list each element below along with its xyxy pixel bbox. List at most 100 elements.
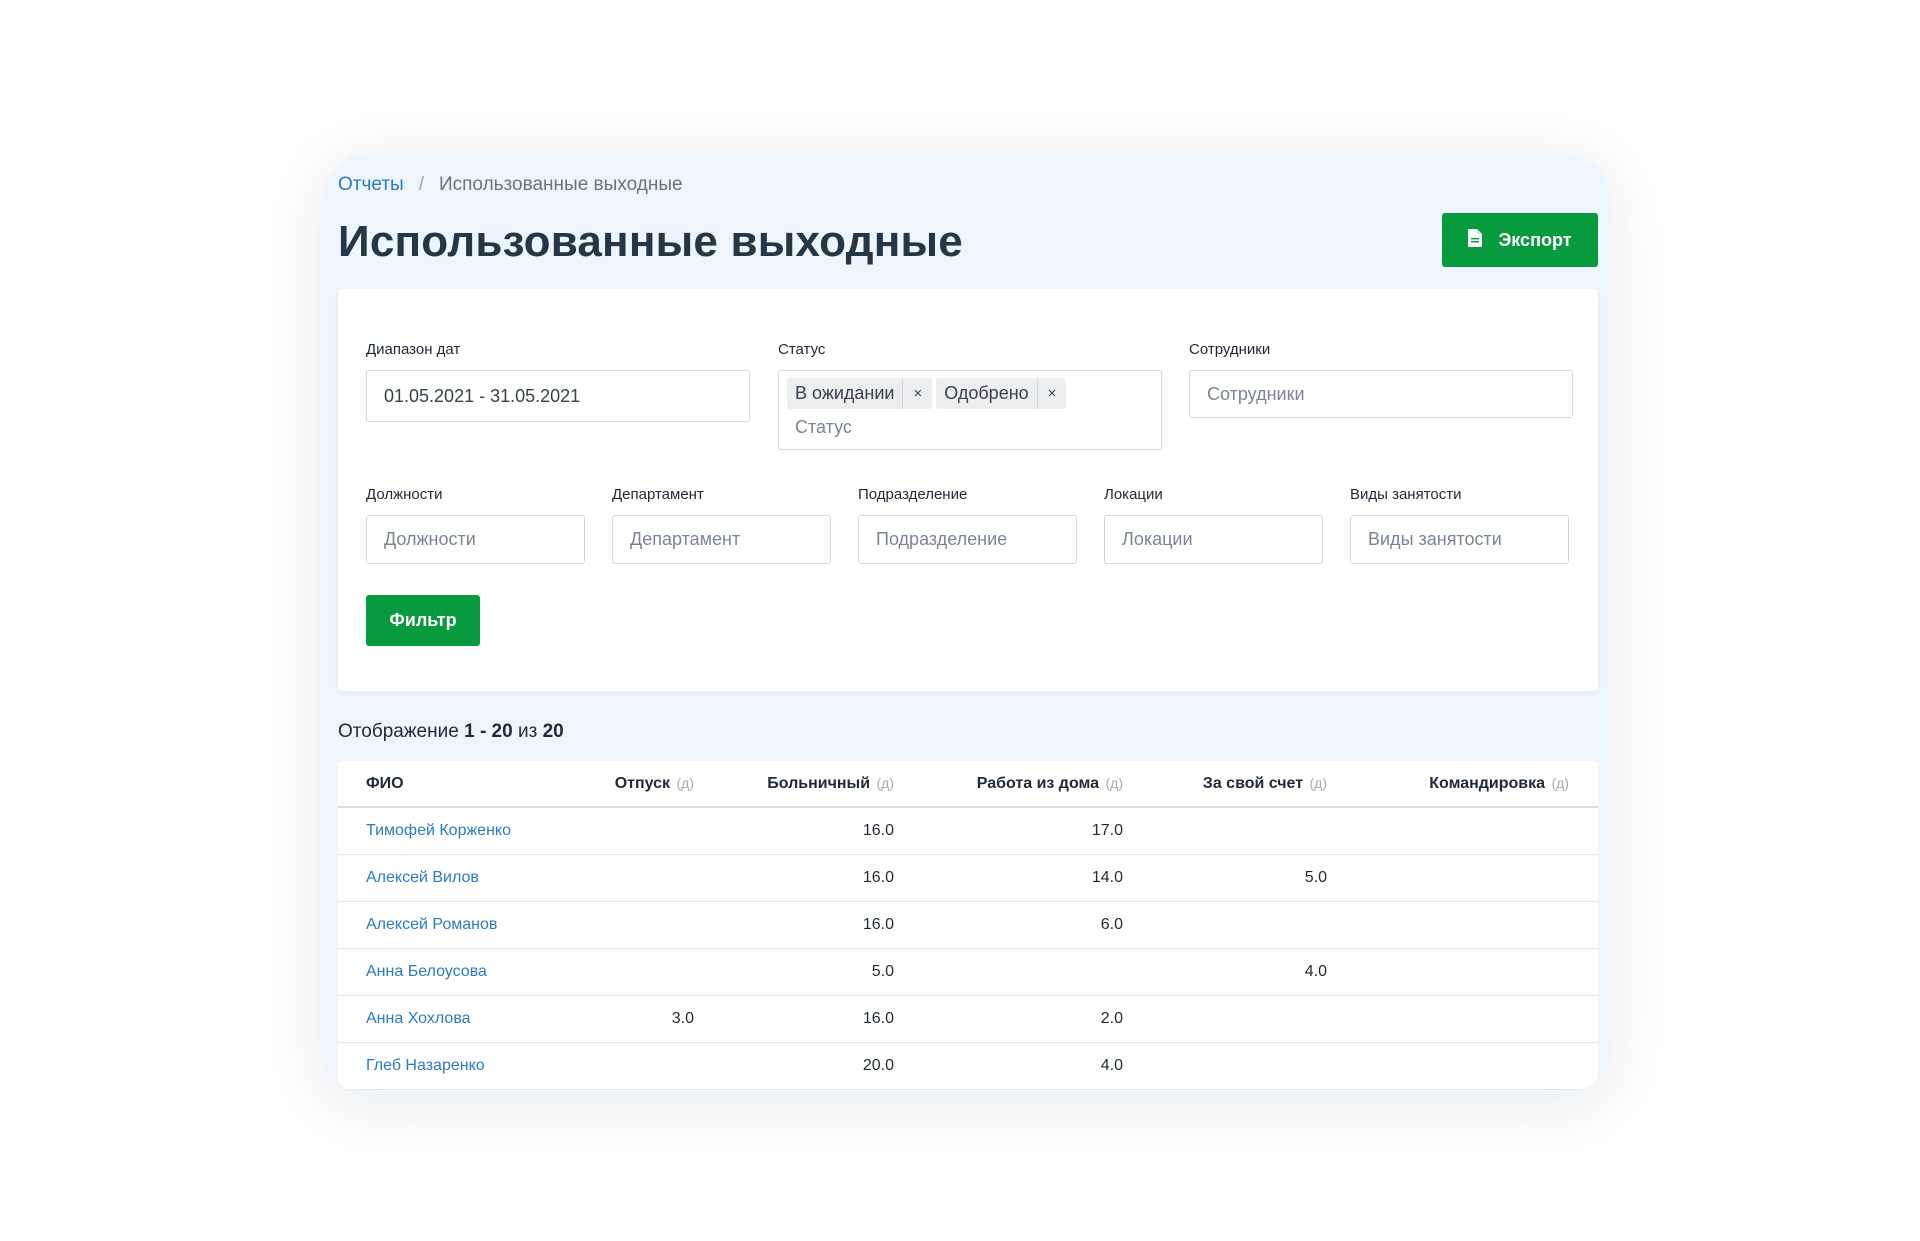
- remote-days-cell: 6.0: [923, 901, 1152, 949]
- remote-days-cell: 17.0: [923, 807, 1152, 855]
- remote-days-cell: 14.0: [923, 854, 1152, 902]
- showing-prefix: Отображение: [338, 721, 459, 742]
- unpaid-days-cell: [1152, 995, 1356, 1043]
- breadcrumb-reports-link[interactable]: Отчеты: [338, 174, 404, 195]
- table-row: Анна Хохлова 3.0 16.0 2.0: [338, 995, 1598, 1043]
- filter-button[interactable]: Фильтр: [366, 595, 480, 646]
- status-multiselect[interactable]: В ожидании × Одобрено × Статус: [778, 370, 1162, 450]
- employees-input[interactable]: Сотрудники: [1189, 370, 1573, 418]
- table-row: Алексей Романов 16.0 6.0: [338, 901, 1598, 949]
- employees-label: Сотрудники: [1189, 341, 1271, 358]
- unpaid-days-cell: 4.0: [1152, 948, 1356, 996]
- status-search-placeholder[interactable]: Статус: [787, 409, 1153, 438]
- department-field: Департамент Департамент: [612, 486, 831, 564]
- sick-days-cell: 16.0: [723, 854, 923, 902]
- employee-name-link[interactable]: Тимофей Корженко: [338, 807, 586, 855]
- close-icon[interactable]: ×: [1036, 378, 1067, 409]
- filter-panel: Диапазон дат 01.05.2021 - 31.05.2021 Ста…: [338, 289, 1598, 691]
- unit-label: (д): [876, 774, 895, 791]
- table-header-row: ФИО Отпуск (д) Больничный (д) Работа из …: [338, 761, 1598, 808]
- remote-days-cell: 2.0: [923, 995, 1152, 1043]
- table-row: Глеб Назаренко 20.0 4.0: [338, 1042, 1598, 1090]
- column-header-name[interactable]: ФИО: [338, 761, 586, 808]
- table-row: Анна Белоусова 5.0 4.0: [338, 948, 1598, 996]
- breadcrumb-separator: /: [418, 174, 424, 195]
- locations-input[interactable]: Локации: [1104, 515, 1323, 564]
- department-input[interactable]: Департамент: [612, 515, 831, 564]
- export-button-label: Экспорт: [1498, 229, 1572, 250]
- locations-field: Локации Локации: [1104, 486, 1323, 564]
- status-chip-label: Одобрено: [944, 383, 1029, 403]
- status-chip-pending: В ожидании ×: [787, 378, 933, 409]
- employees-field: Сотрудники Сотрудники: [1189, 341, 1573, 418]
- status-label: Статус: [778, 341, 826, 358]
- table-row: Тимофей Корженко 16.0 17.0: [338, 807, 1598, 855]
- sick-days-cell: 5.0: [723, 948, 923, 996]
- employee-name-link[interactable]: Анна Белоусова: [338, 948, 586, 996]
- unpaid-days-cell: 5.0: [1152, 854, 1356, 902]
- department-label: Департамент: [612, 486, 704, 503]
- employee-name-link[interactable]: Алексей Романов: [338, 901, 586, 949]
- positions-label: Должности: [366, 486, 443, 503]
- date-range-input[interactable]: 01.05.2021 - 31.05.2021: [366, 370, 750, 422]
- report-table: ФИО Отпуск (д) Больничный (д) Работа из …: [338, 761, 1598, 1090]
- column-header-business-trip[interactable]: Командировка (д): [1356, 761, 1598, 808]
- vacation-days-cell: [586, 807, 723, 855]
- export-button[interactable]: Экспорт: [1442, 213, 1598, 267]
- trip-days-cell: [1356, 1042, 1598, 1090]
- employee-name-link[interactable]: Глеб Назаренко: [338, 1042, 586, 1090]
- vacation-days-cell: [586, 901, 723, 949]
- positions-field: Должности Должности: [366, 486, 585, 564]
- app-window: Отчеты / Использованные выходные Использов…: [322, 153, 1610, 1094]
- date-range-label: Диапазон дат: [366, 341, 461, 358]
- vacation-days-cell: [586, 948, 723, 996]
- sick-days-cell: 16.0: [723, 807, 923, 855]
- column-header-remote-work[interactable]: Работа из дома (д): [923, 761, 1152, 808]
- sick-days-cell: 16.0: [723, 995, 923, 1043]
- employment-types-input[interactable]: Виды занятости: [1350, 515, 1569, 564]
- trip-days-cell: [1356, 948, 1598, 996]
- showing-total: 20: [542, 721, 564, 742]
- trip-days-cell: [1356, 807, 1598, 855]
- close-icon[interactable]: ×: [902, 378, 932, 409]
- division-input[interactable]: Подразделение: [858, 515, 1077, 564]
- unit-label: (д): [676, 774, 695, 791]
- column-header-unpaid[interactable]: За свой счет (д): [1152, 761, 1356, 808]
- trip-days-cell: [1356, 901, 1598, 949]
- unpaid-days-cell: [1152, 807, 1356, 855]
- breadcrumb: Отчеты / Использованные выходные: [338, 174, 683, 196]
- status-chip-approved: Одобрено ×: [936, 378, 1067, 409]
- trip-days-cell: [1356, 995, 1598, 1043]
- unit-label: (д): [1309, 774, 1328, 791]
- division-field: Подразделение Подразделение: [858, 486, 1077, 564]
- unit-label: (д): [1551, 774, 1570, 791]
- table-row: Алексей Вилов 16.0 14.0 5.0: [338, 854, 1598, 902]
- page-title: Использованные выходные: [338, 217, 963, 266]
- sick-days-cell: 20.0: [723, 1042, 923, 1090]
- vacation-days-cell: 3.0: [586, 995, 723, 1043]
- employee-name-link[interactable]: Алексей Вилов: [338, 854, 586, 902]
- vacation-days-cell: [586, 854, 723, 902]
- employment-types-field: Виды занятости Виды занятости: [1350, 486, 1569, 564]
- showing-range: 1 - 20: [464, 721, 513, 742]
- remote-days-cell: 4.0: [923, 1042, 1152, 1090]
- showing-of: из: [517, 721, 538, 742]
- status-chips: В ожидании × Одобрено ×: [787, 378, 1153, 409]
- file-icon: [1468, 228, 1483, 252]
- status-chip-label: В ожидании: [795, 383, 895, 403]
- division-label: Подразделение: [858, 486, 968, 503]
- column-header-sick-leave[interactable]: Больничный (д): [723, 761, 923, 808]
- remote-days-cell: [923, 948, 1152, 996]
- column-header-vacation[interactable]: Отпуск (д): [586, 761, 723, 808]
- breadcrumb-current: Использованные выходные: [438, 174, 683, 195]
- unit-label: (д): [1105, 774, 1124, 791]
- employee-name-link[interactable]: Анна Хохлова: [338, 995, 586, 1043]
- sick-days-cell: 16.0: [723, 901, 923, 949]
- trip-days-cell: [1356, 854, 1598, 902]
- pagination-summary: Отображение 1 - 20 из 20: [338, 721, 564, 743]
- date-range-field: Диапазон дат 01.05.2021 - 31.05.2021: [366, 341, 750, 422]
- positions-input[interactable]: Должности: [366, 515, 585, 564]
- status-field: Статус В ожидании × Одобрено × Статус: [778, 341, 1162, 450]
- employment-types-label: Виды занятости: [1350, 486, 1462, 503]
- vacation-days-cell: [586, 1042, 723, 1090]
